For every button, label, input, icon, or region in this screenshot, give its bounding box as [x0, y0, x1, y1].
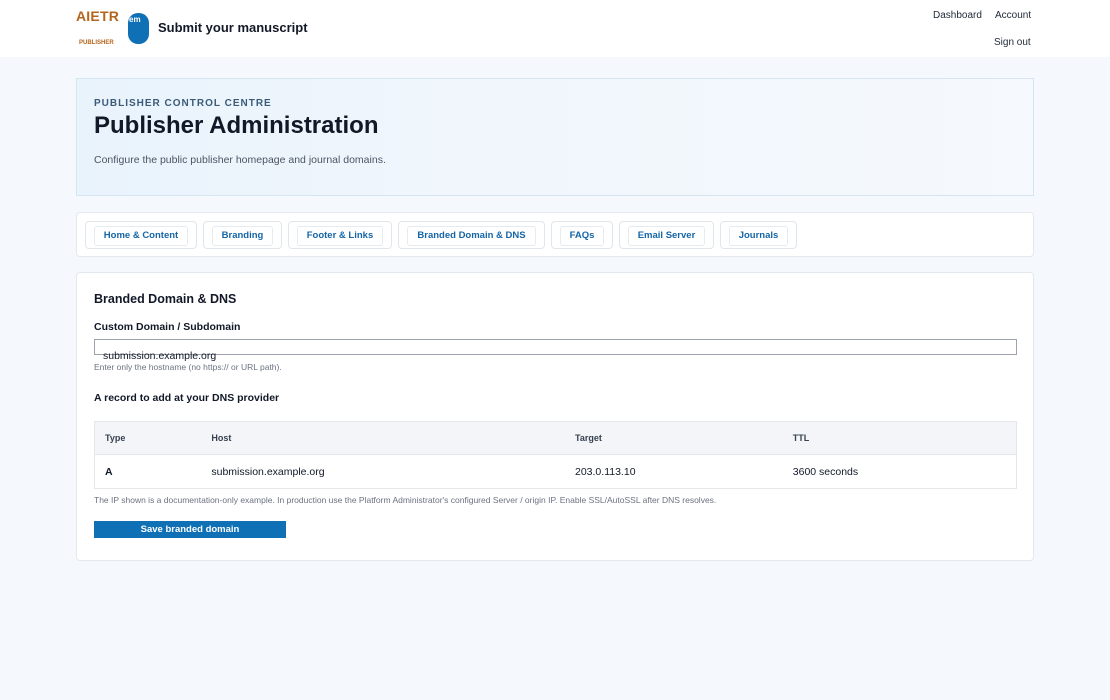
- site-title: Submit your manuscript: [158, 20, 308, 35]
- publisher-logo[interactable]: AIETR PUBLISHER em: [76, 8, 156, 50]
- hero-eyebrow: PUBLISHER CONTROL CENTRE: [94, 98, 272, 109]
- column-header-target: Target: [575, 433, 602, 443]
- logo-badge-text: em: [129, 15, 141, 24]
- admin-tab-bar: Home & Content Branding Footer & Links B…: [76, 212, 1034, 257]
- tab-branded-domain-wrapper: Branded Domain & DNS: [398, 221, 545, 249]
- tab-faqs-wrapper: FAQs: [551, 221, 613, 249]
- tab-email-server[interactable]: Email Server: [628, 226, 705, 246]
- tab-home-content[interactable]: Home & Content: [94, 226, 188, 246]
- cell-record-host: submission.example.org: [201, 454, 565, 489]
- tab-journals-wrapper: Journals: [720, 221, 797, 249]
- column-header-type: Type: [105, 433, 126, 443]
- table-row: A submission.example.org 203.0.113.10 36…: [94, 454, 1017, 489]
- logo-text: AIETR: [76, 8, 119, 24]
- custom-domain-label: Custom Domain / Subdomain: [94, 321, 241, 333]
- nav-link-sign-out[interactable]: Sign out: [994, 37, 1031, 48]
- tab-footer-links[interactable]: Footer & Links: [297, 226, 383, 246]
- nav-link-dashboard[interactable]: Dashboard: [933, 10, 982, 21]
- nav-link-account[interactable]: Account: [995, 10, 1031, 21]
- section-title: Branded Domain & DNS: [94, 292, 237, 306]
- column-header-ttl: TTL: [792, 433, 810, 443]
- cell-record-type: A: [94, 454, 202, 489]
- page-title: Publisher Administration: [94, 112, 379, 139]
- dns-record-title: A record to add at your DNS provider: [94, 392, 280, 404]
- cell-record-ttl: 3600 seconds: [782, 454, 1017, 489]
- cell-record-target: 203.0.113.10: [565, 454, 783, 489]
- dns-record-table: Type Host Target TTL A submission.exampl…: [94, 421, 1017, 489]
- tab-journals[interactable]: Journals: [729, 226, 788, 246]
- table-header-row: Type Host Target TTL: [94, 421, 1017, 455]
- tab-branding[interactable]: Branding: [212, 226, 273, 246]
- column-header-host: Host: [211, 433, 232, 443]
- tab-branded-domain-dns[interactable]: Branded Domain & DNS: [407, 226, 536, 246]
- custom-domain-hint: Enter only the hostname (no https:// or …: [94, 362, 282, 372]
- dns-footnote: The IP shown is a documentation-only exa…: [94, 495, 717, 505]
- tab-branding-wrapper: Branding: [203, 221, 282, 249]
- branded-domain-card: Branded Domain & DNS Custom Domain / Sub…: [76, 272, 1034, 561]
- custom-domain-input[interactable]: [94, 339, 1017, 355]
- save-branded-domain-button[interactable]: Save branded domain: [94, 521, 286, 538]
- top-header: AIETR PUBLISHER em Submit your manuscrip…: [0, 0, 1110, 57]
- tab-faqs[interactable]: FAQs: [560, 226, 604, 246]
- hero-description: Configure the public publisher homepage …: [94, 154, 386, 166]
- tab-footer-links-wrapper: Footer & Links: [288, 221, 392, 249]
- tab-email-server-wrapper: Email Server: [619, 221, 714, 249]
- hero-banner: PUBLISHER CONTROL CENTRE Publisher Admin…: [76, 78, 1034, 196]
- logo-subtext: PUBLISHER: [79, 40, 114, 46]
- tab-home-content-wrapper: Home & Content: [85, 221, 197, 249]
